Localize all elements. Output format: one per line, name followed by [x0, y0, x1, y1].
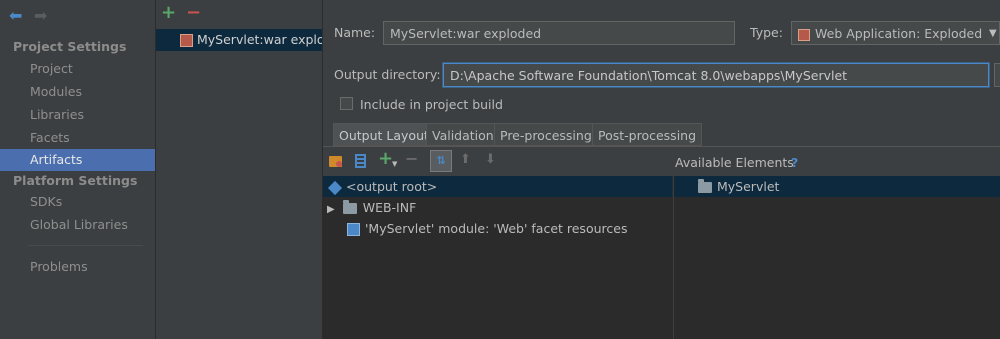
type-select-value: Web Application: Exploded: [815, 26, 983, 41]
move-up-icon[interactable]: ⬆: [460, 153, 471, 166]
include-in-build-label: Include in project build: [360, 97, 503, 112]
include-in-build-checkbox[interactable]: [340, 97, 353, 110]
artifact-name: MyServlet:war exploded: [197, 32, 322, 47]
sidebar-item-artifacts[interactable]: Artifacts: [0, 149, 155, 171]
tab-post-processing[interactable]: Post-processing: [592, 123, 703, 146]
browse-folder-button[interactable]: [994, 63, 1000, 87]
expand-arrow-icon[interactable]: ▶: [327, 204, 335, 215]
tabs-underline: [323, 146, 1000, 147]
output-directory-input[interactable]: D:\Apache Software Foundation\Tomcat 8.0…: [443, 63, 989, 87]
tree-split-divider[interactable]: [673, 176, 674, 339]
web-app-icon: [798, 28, 810, 41]
archive-icon[interactable]: [355, 154, 366, 168]
available-myservlet-label: MyServlet: [717, 179, 780, 194]
tab-output-layout[interactable]: Output Layout: [333, 123, 435, 146]
module-folder-icon: [698, 179, 712, 193]
layout-tree-area: <output root> ▶ WEB-INF 'MyServlet' modul…: [323, 176, 1000, 339]
remove-artifact-icon[interactable]: −: [186, 4, 201, 22]
sidebar-item-modules[interactable]: Modules: [0, 81, 155, 103]
add-artifact-icon[interactable]: +: [161, 4, 176, 22]
sidebar-item-libraries[interactable]: Libraries: [0, 104, 155, 126]
artifacts-list-panel: + − MyServlet:war exploded: [156, 0, 323, 339]
output-root-label: <output root>: [346, 179, 438, 194]
move-down-icon[interactable]: ⬇: [485, 153, 496, 166]
sidebar-item-project[interactable]: Project: [0, 58, 155, 80]
sidebar-divider: [28, 245, 143, 246]
facet-resources-icon: [347, 223, 360, 236]
back-arrow-icon[interactable]: ⬅: [9, 6, 22, 25]
remove-element-icon[interactable]: −: [405, 150, 418, 168]
section-platform-settings: Platform Settings: [13, 173, 138, 188]
name-input[interactable]: MyServlet:war exploded: [383, 21, 735, 45]
available-elements-label: Available Elements: [675, 155, 794, 170]
folder-icon: [342, 200, 357, 214]
sidebar-item-global-libraries[interactable]: Global Libraries: [0, 214, 155, 236]
tab-validation[interactable]: Validation: [426, 123, 500, 146]
forward-arrow-icon[interactable]: ➡: [34, 6, 47, 25]
web-inf-label: WEB-INF: [362, 200, 417, 215]
war-artifact-icon: [180, 34, 193, 47]
add-element-icon[interactable]: +: [378, 150, 393, 168]
chevron-down-icon: ▼: [989, 28, 997, 39]
facet-resources-label: 'MyServlet' module: 'Web' facet resource…: [365, 221, 628, 236]
output-directory-label: Output directory:: [334, 67, 441, 82]
settings-sidebar: ⬅ ➡ Project Settings Project Modules Lib…: [0, 0, 156, 339]
sidebar-item-problems[interactable]: Problems: [0, 256, 155, 278]
add-element-dropdown-icon[interactable]: ▼: [392, 160, 397, 168]
section-project-settings: Project Settings: [13, 39, 127, 54]
name-label: Name:: [334, 25, 376, 40]
create-directory-badge-icon: [336, 161, 342, 167]
tab-pre-processing[interactable]: Pre-processing: [494, 123, 598, 146]
sort-elements-icon[interactable]: ⇅: [430, 150, 452, 172]
type-select[interactable]: Web Application: Exploded ▼: [791, 21, 1000, 45]
help-icon[interactable]: ?: [791, 155, 798, 170]
sidebar-item-sdks[interactable]: SDKs: [0, 191, 155, 213]
output-root-icon: [327, 180, 343, 195]
type-label: Type:: [750, 25, 783, 40]
sidebar-item-facets[interactable]: Facets: [0, 127, 155, 149]
artifact-list-item[interactable]: MyServlet:war exploded: [156, 29, 322, 51]
